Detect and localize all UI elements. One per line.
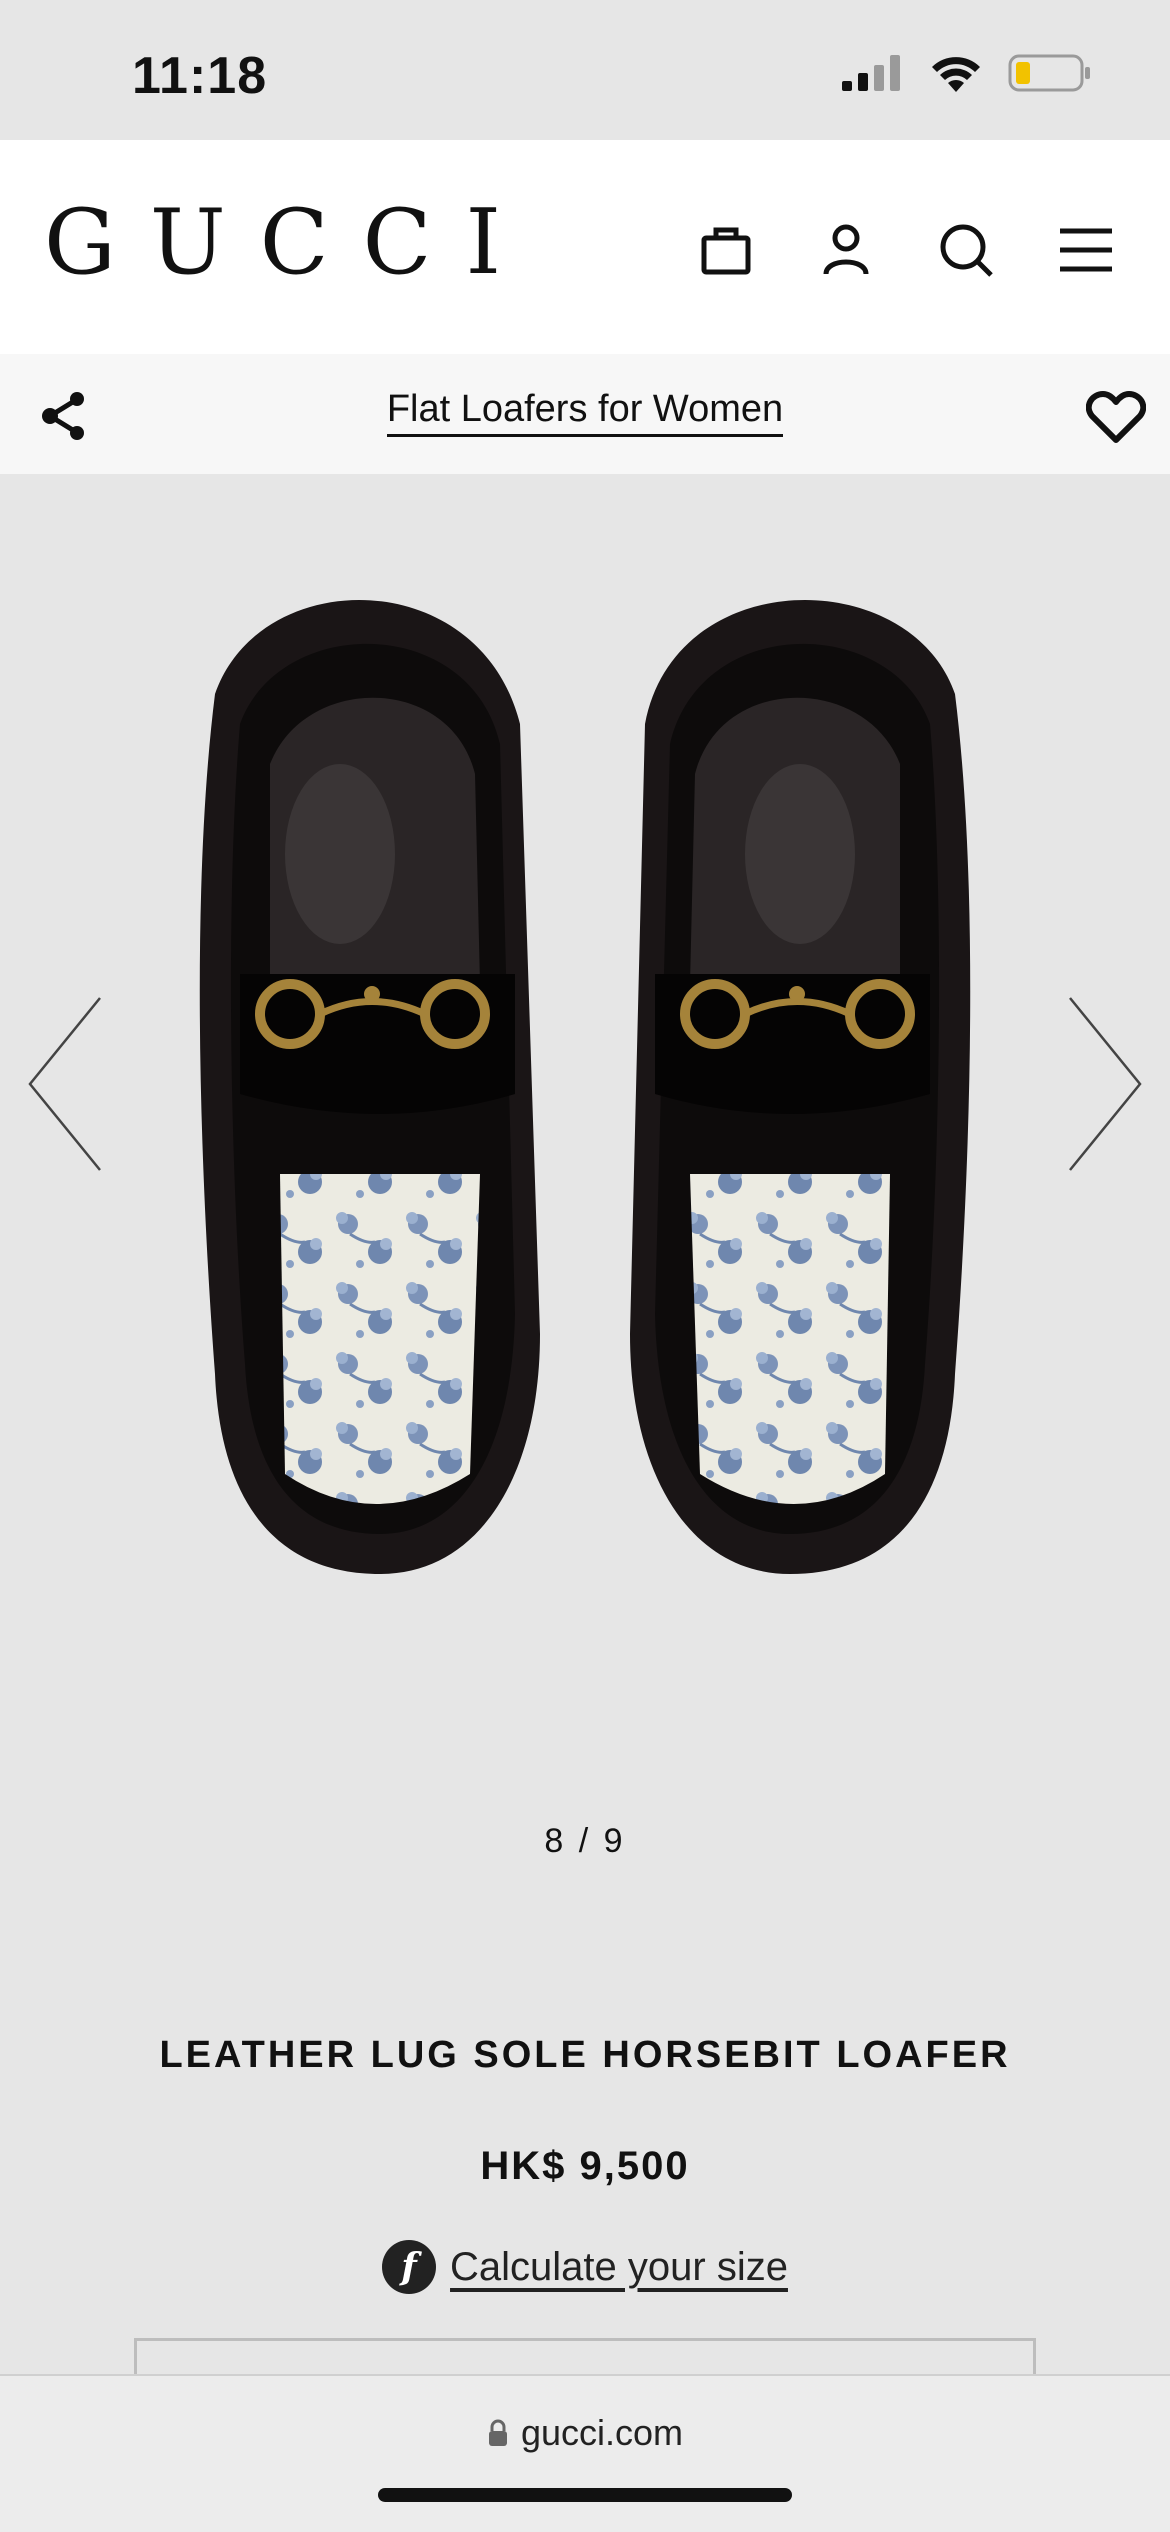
battery-icon (1008, 54, 1090, 92)
browser-address-bar[interactable]: gucci.com (0, 2374, 1170, 2532)
cellular-signal-icon (842, 55, 900, 91)
status-time: 11:18 (132, 47, 268, 105)
fit-predictor-icon[interactable]: f (382, 2240, 437, 2294)
size-calculator[interactable]: f Calculate your size (0, 2240, 1170, 2294)
category-bar: Flat Loafers for Women (0, 354, 1170, 474)
wifi-icon (932, 57, 980, 92)
heart-icon[interactable] (1086, 390, 1146, 444)
menu-icon[interactable] (1054, 218, 1118, 282)
shopping-bag-icon[interactable] (694, 218, 758, 282)
category-link-label[interactable]: Flat Loafers for Women (386, 388, 784, 437)
right-loafer (630, 599, 971, 1574)
url-row[interactable]: gucci.com (0, 2412, 1170, 2454)
status-icons (840, 52, 1092, 94)
product-image (199, 599, 971, 1574)
user-icon[interactable] (814, 218, 878, 282)
site-header: GUCCI (0, 140, 1170, 354)
chevron-left-icon[interactable] (24, 994, 104, 1174)
status-bar: 11:18 (0, 0, 1170, 140)
category-link[interactable]: Flat Loafers for Women (0, 388, 1170, 437)
product-title: LEATHER LUG SOLE HORSEBIT LOAFER (159, 2034, 1011, 2076)
product-gallery[interactable]: 8 / 9 (0, 474, 1170, 1894)
product-price: HK$ 9,500 (480, 2144, 690, 2188)
image-counter: 8 / 9 (544, 1822, 626, 1860)
left-loafer (199, 599, 541, 1574)
lock-icon (488, 2419, 507, 2446)
calculate-size-link[interactable]: Calculate your size (450, 2245, 788, 2290)
url-text[interactable]: gucci.com (521, 2412, 683, 2454)
chevron-right-icon[interactable] (1066, 994, 1146, 1174)
search-icon[interactable] (934, 218, 998, 282)
home-indicator[interactable] (378, 2488, 792, 2502)
gucci-logo[interactable]: GUCCI (44, 198, 535, 288)
